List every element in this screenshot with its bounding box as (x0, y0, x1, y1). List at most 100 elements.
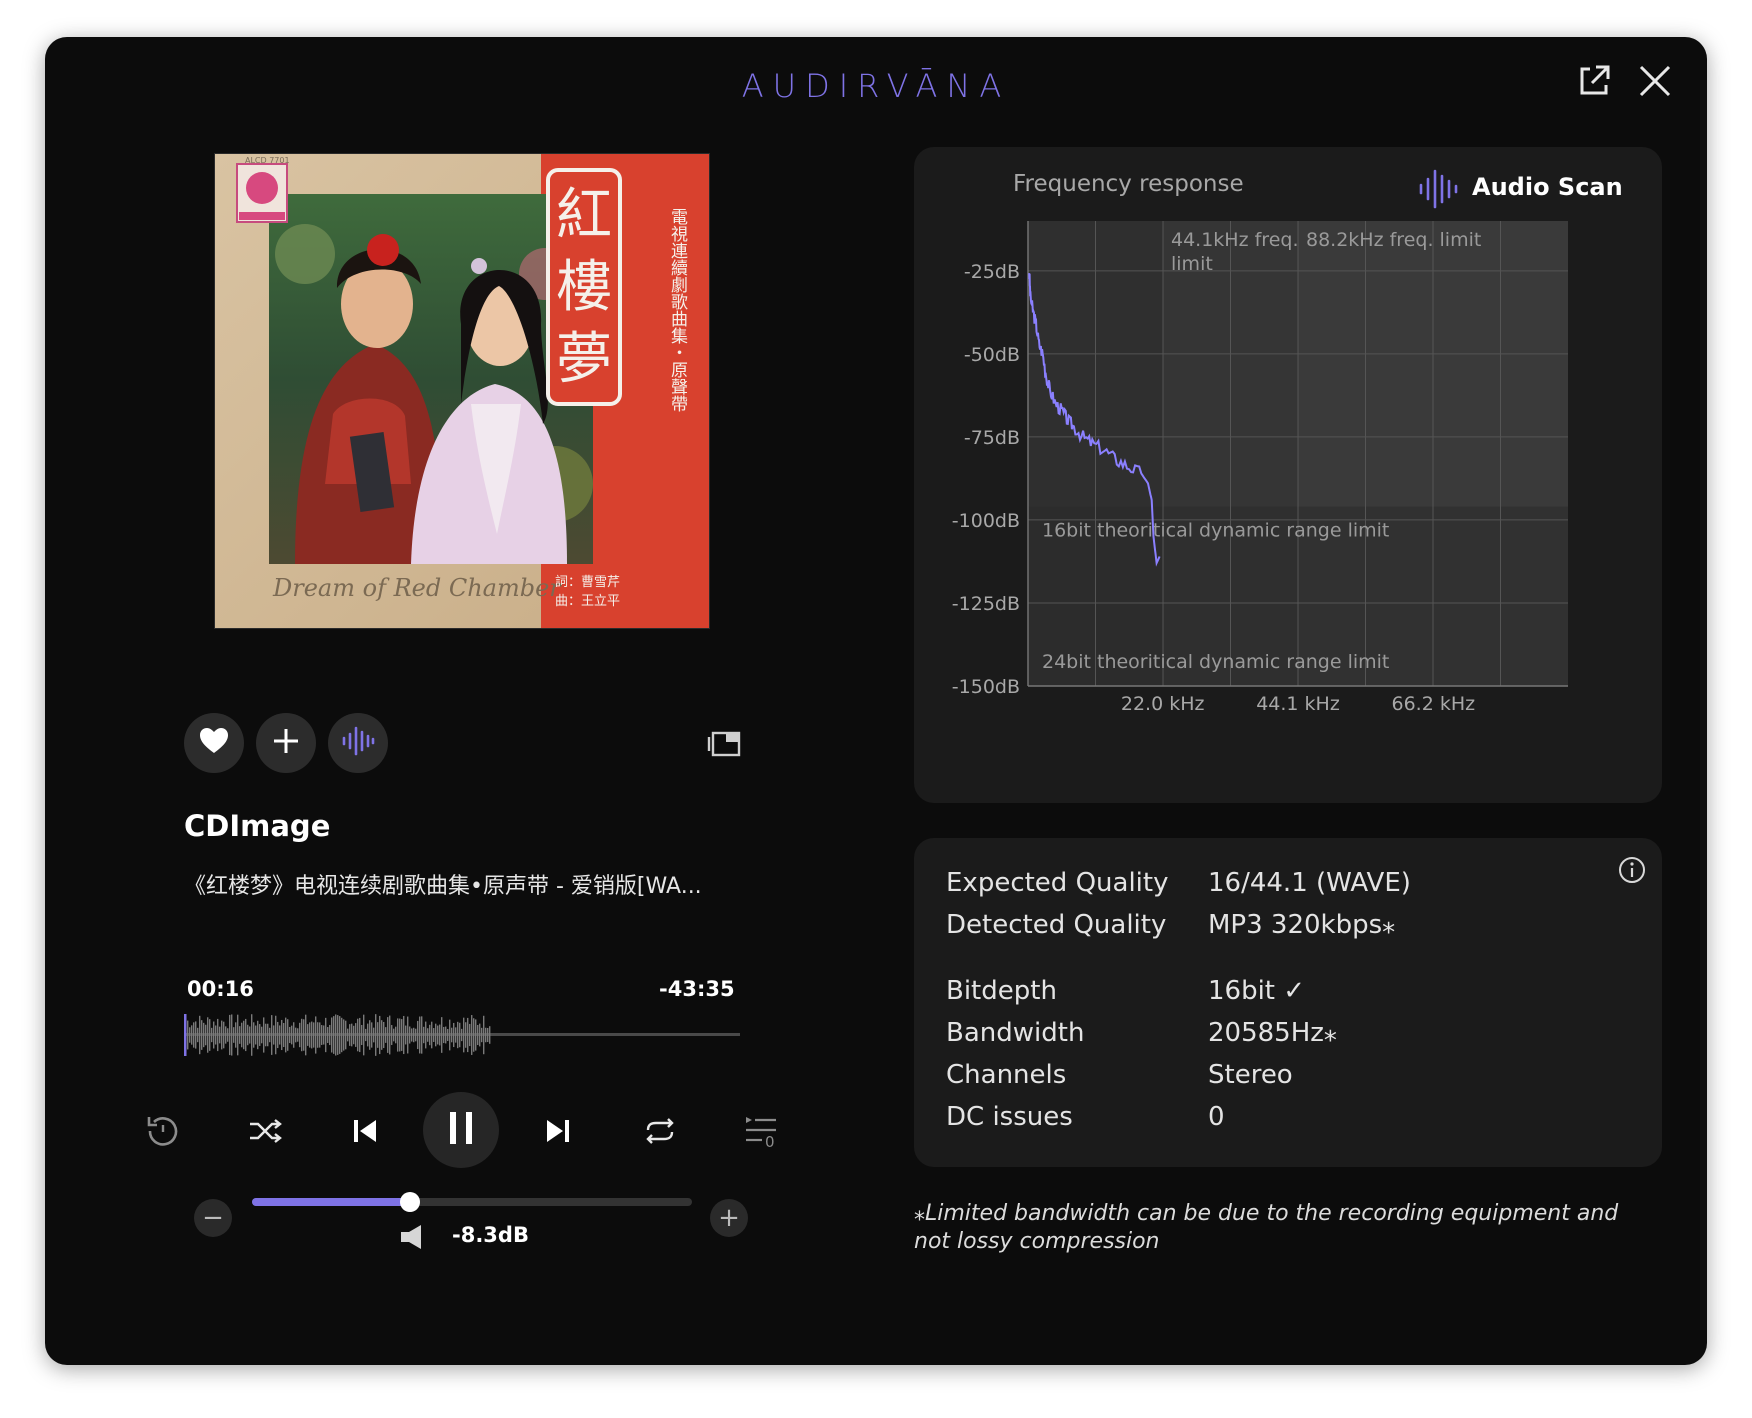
waveform-bar (255, 1025, 257, 1045)
waveform-bar (283, 1022, 285, 1048)
elapsed-time: 00:16 (187, 977, 254, 1001)
waveform-bar (359, 1017, 361, 1053)
waveform-bar (469, 1023, 471, 1047)
speaker-icon[interactable] (398, 1222, 426, 1252)
album-script-text: Dream of Red Chamber (272, 574, 562, 602)
waveform-bar (401, 1019, 403, 1051)
waveform-bar (267, 1023, 269, 1047)
y-tick-label: -75dB (964, 427, 1020, 449)
waveform-bar (275, 1015, 277, 1055)
mini-player-icon[interactable] (705, 727, 743, 761)
waveform-bar (443, 1026, 445, 1044)
waveform-bar (425, 1021, 427, 1049)
waveform-bar (251, 1014, 253, 1056)
add-to-playlist-button[interactable] (256, 713, 316, 773)
waveform-bar (489, 1026, 491, 1044)
waveform-bar (441, 1017, 443, 1053)
detected-quality-label: Detected Quality (946, 910, 1167, 940)
volume-slider[interactable] (252, 1192, 692, 1212)
waveform-bar (385, 1027, 387, 1043)
waveform-bar (289, 1026, 291, 1044)
skip-previous-icon[interactable] (343, 1109, 387, 1153)
waveform-bar (439, 1024, 441, 1046)
channels-label: Channels (946, 1060, 1067, 1090)
y-tick-label: -100dB (952, 510, 1020, 532)
waveform-bar (339, 1016, 341, 1054)
waveform-bar (305, 1014, 307, 1056)
skip-next-icon[interactable] (536, 1109, 580, 1153)
volume-up-label: + (718, 1203, 740, 1233)
favorite-button[interactable] (184, 713, 244, 773)
waveform-bar (209, 1019, 211, 1051)
y-tick-label: -50dB (964, 344, 1020, 366)
volume-slider-thumb[interactable] (400, 1192, 421, 1212)
external-link-icon[interactable] (1574, 61, 1614, 101)
waveform-bar (223, 1021, 225, 1049)
waveform-bar (311, 1021, 313, 1049)
annotation-16bit-limit: 16bit theoritical dynamic range limit (1042, 520, 1389, 542)
waveform-bar (215, 1025, 217, 1045)
waveform-bar (221, 1020, 223, 1050)
waveform-bar (187, 1020, 189, 1050)
y-tick-label: -125dB (952, 593, 1020, 615)
volume-down-label: − (202, 1203, 224, 1233)
waveform-bar (419, 1016, 421, 1054)
waveform-bar (213, 1021, 215, 1049)
waveform-seekbar[interactable] (184, 1012, 740, 1058)
pause-button[interactable] (423, 1092, 499, 1168)
annotation-88k-limit: 88.2kHz freq. limit (1306, 229, 1481, 251)
waveform-bar (475, 1019, 477, 1051)
waveform-bar (337, 1015, 339, 1055)
waveform-bar (263, 1017, 265, 1053)
waveform-bar (417, 1020, 419, 1050)
volume-up-button[interactable]: + (710, 1199, 748, 1237)
waveform-bar (479, 1023, 481, 1047)
waveform-bar (301, 1018, 303, 1052)
queue-icon[interactable]: 0 (739, 1109, 783, 1153)
waveform-bar (365, 1028, 367, 1042)
waveform-bar (319, 1022, 321, 1048)
shuffle-icon[interactable] (243, 1109, 287, 1153)
waveform-bar (265, 1023, 267, 1047)
waveform-bar (203, 1022, 205, 1048)
waveform-bar (355, 1023, 357, 1047)
x-tick-label: 22.0 kHz (1121, 693, 1205, 715)
waveform-bar (323, 1025, 325, 1045)
waveform-bar (229, 1014, 231, 1056)
waveform-bar (463, 1017, 465, 1053)
track-album-artist[interactable]: 《红楼梦》电视连续剧歌曲集•原声带 - 爱销版[WA... (184, 868, 784, 900)
waveform-bar (197, 1027, 199, 1043)
info-icon[interactable] (1617, 855, 1647, 885)
waveform-bar (369, 1020, 371, 1050)
waveform-bar (253, 1022, 255, 1048)
waveform-bar (415, 1028, 417, 1042)
volume-down-button[interactable]: − (194, 1199, 232, 1237)
audio-scan-icon (341, 726, 375, 760)
waveform-bar (237, 1014, 239, 1056)
waveform-bar (445, 1026, 447, 1044)
waveform-bar (327, 1027, 329, 1043)
waveform-bar (407, 1016, 409, 1054)
dc-issues-label: DC issues (946, 1102, 1073, 1132)
frequency-response-panel: Frequency response Audio Scan -25dB -50dB… (914, 147, 1662, 803)
repeat-icon[interactable] (638, 1109, 682, 1153)
waveform-bar (307, 1024, 309, 1046)
waveform-bar (225, 1026, 227, 1044)
channels-value: Stereo (1208, 1060, 1293, 1090)
audio-scan-button[interactable] (328, 713, 388, 773)
waveform-bar (303, 1019, 305, 1051)
waveform-bar (329, 1024, 331, 1046)
waveform-bar (249, 1026, 251, 1044)
waveform-bar (429, 1024, 431, 1046)
close-icon[interactable] (1635, 61, 1675, 101)
waveform-bar (405, 1025, 407, 1045)
detected-quality-value: MP3 320kbps⁎ (1208, 910, 1396, 940)
waveform-bar (467, 1017, 469, 1053)
plus-icon (272, 727, 300, 759)
waveform-bar (245, 1018, 247, 1052)
quality-panel: Expected Quality 16/44.1 (WAVE) Detected… (914, 838, 1662, 1167)
waveform-bar (461, 1028, 463, 1042)
waveform-bar (217, 1018, 219, 1052)
replay-icon[interactable] (141, 1109, 185, 1153)
waveform-bar (247, 1024, 249, 1046)
